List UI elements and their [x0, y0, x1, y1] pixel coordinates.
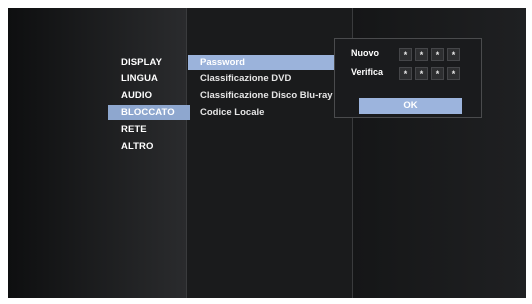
- options-column: [186, 8, 352, 298]
- new-digit-1[interactable]: *: [399, 48, 412, 61]
- verify-digit-4[interactable]: *: [447, 67, 460, 80]
- new-password-field[interactable]: * * * *: [399, 48, 464, 62]
- password-panel: Nuovo * * * * Verifica * * * * OK: [334, 38, 482, 118]
- verify-password-label: Verifica: [351, 67, 384, 77]
- category-rete[interactable]: RETE: [108, 122, 190, 137]
- category-lingua[interactable]: LINGUA: [108, 71, 190, 86]
- new-digit-2[interactable]: *: [415, 48, 428, 61]
- category-altro[interactable]: ALTRO: [108, 139, 190, 154]
- tv-menu-screen: DISPLAY LINGUA AUDIO BLOCCATO RETE ALTRO…: [8, 8, 526, 298]
- option-codice-locale[interactable]: Codice Locale: [188, 105, 348, 120]
- verify-digit-1[interactable]: *: [399, 67, 412, 80]
- category-audio[interactable]: AUDIO: [108, 88, 190, 103]
- verify-digit-2[interactable]: *: [415, 67, 428, 80]
- option-password[interactable]: Password: [188, 55, 348, 70]
- new-digit-3[interactable]: *: [431, 48, 444, 61]
- category-display[interactable]: DISPLAY: [108, 55, 190, 70]
- category-bloccato[interactable]: BLOCCATO: [108, 105, 190, 120]
- option-classificazione-dvd[interactable]: Classificazione DVD: [188, 71, 348, 86]
- verify-password-field[interactable]: * * * *: [399, 67, 464, 81]
- ok-button[interactable]: OK: [359, 98, 462, 114]
- new-digit-4[interactable]: *: [447, 48, 460, 61]
- verify-digit-3[interactable]: *: [431, 67, 444, 80]
- new-password-label: Nuovo: [351, 48, 379, 58]
- option-classificazione-bluray[interactable]: Classificazione Disco Blu-ray: [188, 88, 348, 103]
